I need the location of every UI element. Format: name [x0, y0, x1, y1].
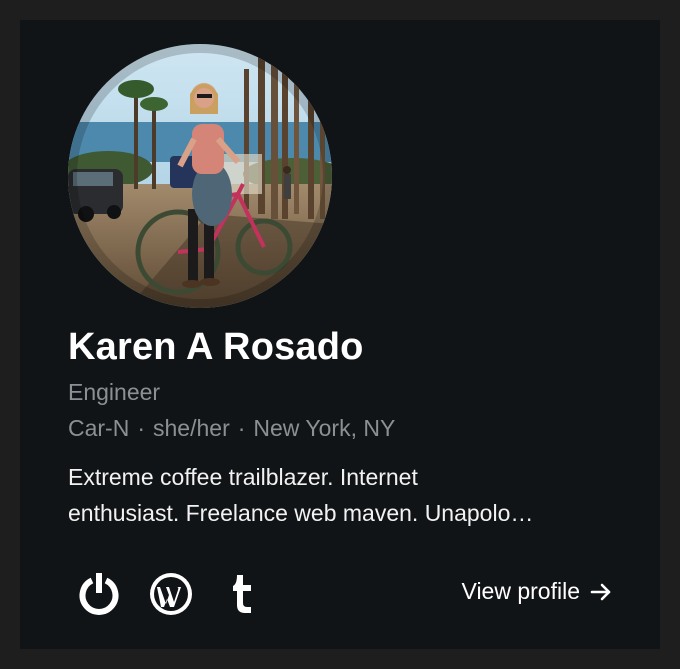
- arrow-right-icon: [590, 581, 612, 603]
- profile-meta: Car-N · she/her · New York, NY: [68, 415, 395, 442]
- profile-company: Car-N: [68, 415, 130, 441]
- meta-separator: ·: [137, 415, 146, 441]
- wordpress-icon[interactable]: [148, 571, 194, 617]
- social-links: [76, 568, 266, 620]
- avatar: [68, 44, 332, 308]
- view-profile-label: View profile: [461, 578, 580, 604]
- profile-card: Karen A Rosado Engineer Car-N · she/her · Ne…: [20, 20, 660, 649]
- view-profile-link[interactable]: View profile: [462, 578, 612, 605]
- profile-job-title: Engineer: [68, 379, 161, 405]
- profile-pronouns: she/her: [153, 415, 230, 441]
- meta-separator: ·: [237, 415, 246, 441]
- power-icon[interactable]: [76, 571, 122, 617]
- bio-line: enthusiast. Freelance web maven. Unapolo…: [68, 500, 534, 526]
- bio-line: Extreme coffee trailblazer. Internet: [68, 464, 418, 490]
- profile-name: Karen A Rosado: [68, 326, 364, 368]
- tumblr-icon[interactable]: [220, 571, 266, 617]
- profile-location: New York, NY: [253, 415, 396, 441]
- profile-bio: Extreme coffee trailblazer. Internet ent…: [68, 459, 613, 531]
- avatar-photo: [68, 44, 332, 308]
